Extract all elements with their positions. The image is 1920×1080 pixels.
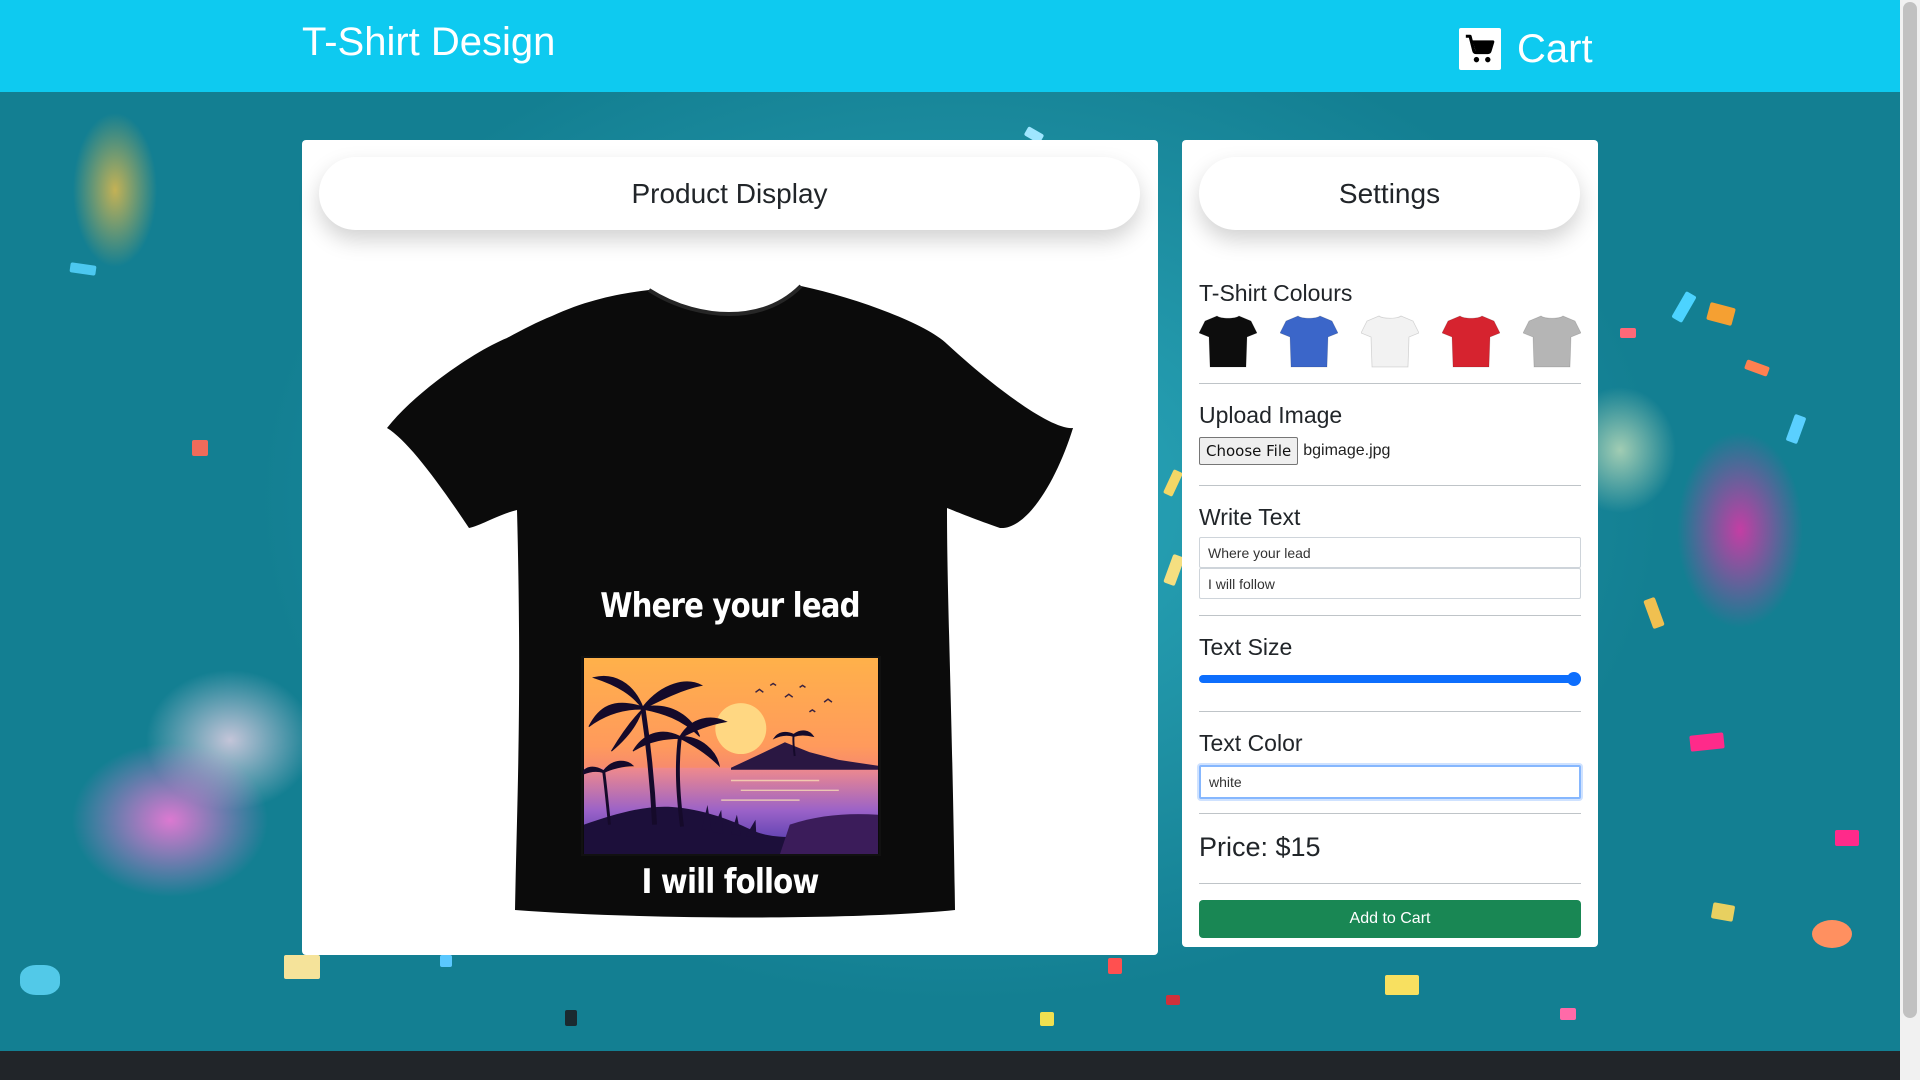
colour-swatch-1[interactable] [1199, 313, 1257, 369]
confetti-piece [1835, 830, 1859, 846]
confetti-piece [1812, 920, 1852, 948]
confetti-piece [1620, 328, 1636, 338]
product-display-card: Product Display Where your lead I will f… [302, 140, 1158, 955]
confetti-piece [1040, 1012, 1054, 1026]
colour-swatch-4[interactable] [1442, 313, 1500, 369]
text-color-input[interactable] [1199, 765, 1581, 799]
confetti-piece [1166, 995, 1180, 1005]
colours-title: T-Shirt Colours [1199, 280, 1353, 306]
confetti-piece [1162, 469, 1184, 497]
confetti-piece [1744, 359, 1770, 377]
write-text-title: Write Text [1199, 504, 1301, 530]
text-color-title: Text Color [1199, 730, 1303, 756]
confetti-piece [440, 955, 452, 967]
confetti-piece [1671, 291, 1697, 323]
cart-link[interactable]: Cart [1459, 26, 1593, 72]
confetti-piece [565, 1010, 577, 1026]
slider-track[interactable] [1199, 675, 1581, 683]
confetti-piece [1710, 902, 1736, 922]
page-scrollbar[interactable] [1900, 0, 1920, 1080]
upload-section: Upload Image Choose File bgimage.jpg [1199, 384, 1581, 486]
scrollbar-thumb[interactable] [1903, 2, 1917, 1018]
settings-card: Settings T-Shirt Colours Upload Image Ch… [1182, 140, 1598, 947]
price-label: Price: $15 [1199, 814, 1581, 884]
upload-title: Upload Image [1199, 402, 1343, 428]
uploaded-design-image [581, 656, 881, 856]
confetti-piece [1689, 732, 1725, 752]
colour-swatch-2[interactable] [1280, 313, 1338, 369]
confetti-piece [1785, 413, 1807, 445]
cart-label[interactable]: Cart [1517, 27, 1593, 72]
confetti-piece [69, 262, 97, 276]
choose-file-button[interactable]: Choose File [1199, 437, 1299, 465]
colour-swatches [1199, 313, 1581, 383]
colour-swatch-5[interactable] [1523, 313, 1581, 369]
product-display-header: Product Display [319, 157, 1140, 230]
top-navbar: T-Shirt Design Cart [0, 0, 1900, 92]
settings-header: Settings [1199, 157, 1580, 230]
add-to-cart-button[interactable]: Add to Cart [1199, 900, 1581, 938]
write-text-section: Write Text [1199, 486, 1581, 616]
confetti-piece [192, 440, 208, 456]
text-line1-input[interactable] [1199, 537, 1581, 568]
colours-section: T-Shirt Colours [1199, 280, 1581, 384]
text-color-section: Text Color [1199, 712, 1581, 814]
shirt-text-line1: Where your lead [600, 586, 860, 626]
file-input[interactable]: Choose File bgimage.jpg [1199, 437, 1581, 465]
confetti-piece [20, 965, 60, 995]
footer [0, 1051, 1900, 1080]
slider-thumb[interactable] [1567, 672, 1581, 686]
text-size-title: Text Size [1199, 634, 1293, 660]
cart-icon[interactable] [1459, 28, 1501, 70]
text-line2-input[interactable] [1199, 568, 1581, 599]
confetti-piece [1385, 975, 1419, 995]
settings-body: T-Shirt Colours Upload Image Choose File… [1199, 280, 1581, 938]
text-size-slider[interactable] [1199, 669, 1581, 689]
brand-title[interactable]: T-Shirt Design [302, 20, 555, 65]
tshirt-preview: Where your lead I will follow [387, 280, 1073, 920]
colour-swatch-3[interactable] [1361, 313, 1419, 369]
confetti-piece [1643, 596, 1665, 630]
confetti-piece [1706, 301, 1736, 327]
confetti-piece [1560, 1008, 1576, 1020]
selected-file-name: bgimage.jpg [1303, 442, 1391, 459]
text-size-section: Text Size [1199, 616, 1581, 712]
shirt-text-line2: I will follow [641, 862, 819, 902]
confetti-piece [1108, 958, 1122, 974]
confetti-piece [284, 955, 320, 979]
